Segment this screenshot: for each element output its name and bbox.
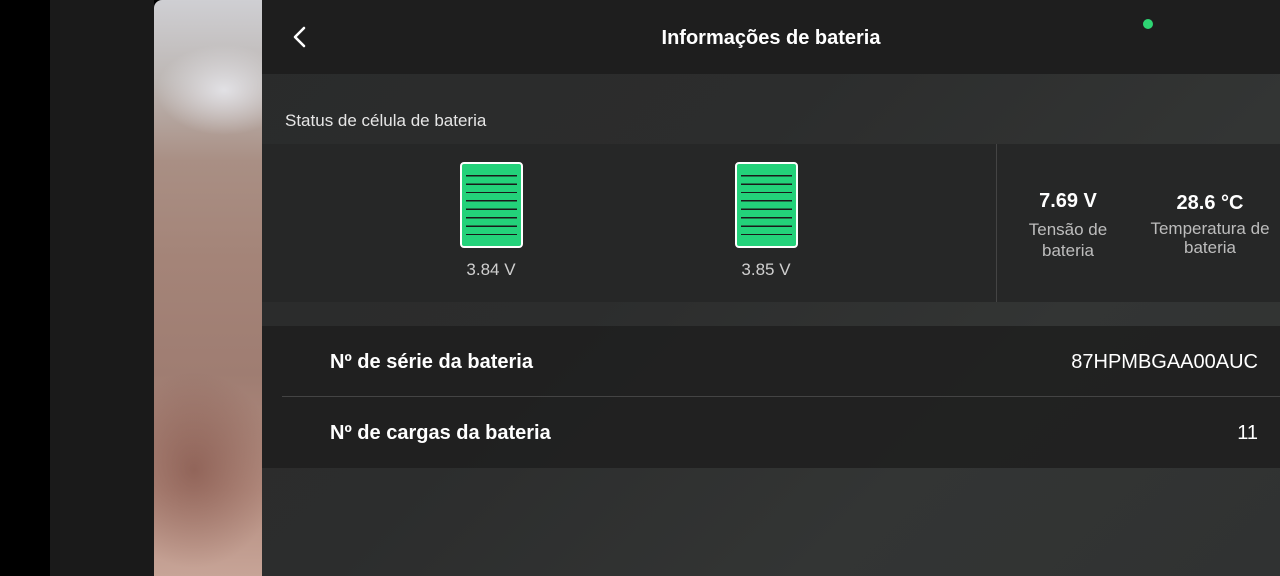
battery-temperature-value: 28.6 °C [1176,192,1244,214]
serial-number-label: Nº de série da bateria [330,351,533,373]
page-title: Informações de bateria [661,27,881,49]
cell-voltage: 3.85 V [741,260,791,279]
serial-number-value: 87HPMBGAA00AUC [1071,351,1258,373]
battery-cell-1: 3.84 V [456,162,526,280]
battery-voltage-stat: 7.69 V Tensão de bateria [1014,188,1122,261]
left-sidebar-strip [50,0,154,576]
battery-cell-icon [734,162,798,248]
cell-voltage: 3.84 V [466,260,516,279]
list-item-serial-number: Nº de série da bateria 87HPMBGAA00AUC [262,326,1280,397]
camera-feed-preview [154,0,264,576]
connection-status-dot [1143,19,1153,29]
screen: Informações de bateria Status de célula … [0,0,1280,576]
battery-details-card: Nº de série da bateria 87HPMBGAA00AUC Nº… [262,326,1280,468]
battery-temperature-label: Temperatura de bateria [1150,219,1270,257]
battery-voltage-label: Tensão de bateria [1028,220,1108,260]
battery-temperature-stat: 28.6 °C Temperatura de bateria [1140,188,1280,257]
cell-status-label: Status de célula de bateria [285,111,487,130]
battery-info-panel: Informações de bateria Status de célula … [262,0,1280,576]
cell-status-card: 3.84 V 3.85 V 7.69 V Tensão de bateria 2… [262,144,1280,302]
battery-cell-icon [459,162,523,248]
battery-cell-2: 3.85 V [731,162,801,280]
list-item-charge-count: Nº de cargas da bateria 11 [262,397,1280,467]
left-edge [0,0,50,576]
header-bar: Informações de bateria [262,0,1280,74]
vertical-divider [996,144,997,302]
battery-voltage-value: 7.69 V [1039,190,1097,212]
charge-count-value: 11 [1237,422,1258,444]
charge-count-label: Nº de cargas da bateria [330,422,551,444]
